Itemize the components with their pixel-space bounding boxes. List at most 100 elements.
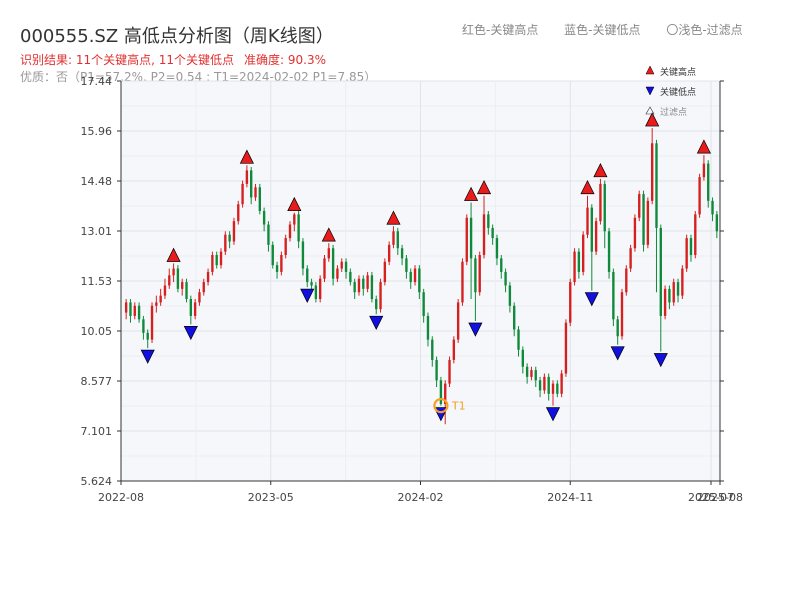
candle-body	[521, 349, 525, 367]
candle-body	[612, 271, 615, 320]
candle-body	[284, 238, 287, 256]
candle-body	[694, 214, 697, 256]
candle-body	[241, 183, 244, 205]
candle-body	[616, 319, 619, 337]
candle-body	[405, 258, 408, 272]
candle-body	[323, 258, 326, 279]
candle-body	[491, 227, 494, 239]
candle-body	[711, 200, 714, 215]
candle-body	[344, 261, 348, 272]
candle-body	[366, 275, 369, 289]
candle-body	[198, 292, 201, 303]
legend-high-label: 关键高点	[660, 66, 696, 78]
candle-body	[681, 268, 684, 296]
y-tick-label: 5.624	[81, 475, 113, 488]
candle-body	[396, 231, 399, 249]
candle-body	[633, 217, 637, 249]
candle-body	[607, 231, 611, 272]
candle-body	[487, 214, 490, 228]
candle-body	[271, 244, 274, 266]
candle-body	[478, 255, 481, 293]
candle-body	[551, 383, 555, 394]
candle-body	[181, 282, 184, 289]
candle-body	[146, 332, 149, 340]
candle-body	[569, 282, 572, 323]
candle-body	[336, 268, 339, 279]
candle-body	[469, 217, 473, 259]
candle-body	[228, 234, 231, 242]
candle-body	[461, 261, 464, 303]
candle-body	[383, 261, 387, 283]
x-tick-label: 2024-11	[547, 491, 593, 504]
candle-body	[698, 177, 701, 215]
candle-body	[650, 143, 654, 201]
candle-body	[163, 285, 167, 296]
candle-body	[508, 285, 512, 306]
candle-body	[202, 282, 205, 293]
candle-body	[211, 255, 214, 272]
x-tick-label: 2025-08	[697, 491, 743, 504]
candle-body	[375, 299, 378, 310]
candle-body	[504, 271, 507, 286]
candle-body	[495, 238, 499, 259]
candle-body	[465, 217, 468, 262]
candle-body	[599, 183, 602, 222]
candle-body	[258, 187, 262, 211]
y-tick-label: 15.96	[81, 125, 113, 138]
candle-body	[331, 248, 335, 279]
candle-body	[655, 143, 658, 228]
candle-body	[349, 271, 352, 283]
candle-body	[547, 376, 550, 394]
candle-body	[224, 234, 227, 252]
candle-body	[685, 238, 688, 269]
candle-body	[409, 271, 412, 283]
candle-body	[672, 282, 675, 303]
y-tick-label: 17.44	[81, 75, 113, 88]
candle-body	[413, 268, 417, 283]
candle-body	[237, 204, 240, 222]
candle-body	[155, 302, 158, 306]
legend-high-marker	[645, 65, 655, 75]
candle-body	[370, 275, 374, 300]
candle-body	[168, 275, 171, 286]
candle-body	[280, 255, 283, 272]
candle-body	[513, 305, 516, 330]
candle-body	[426, 315, 430, 340]
candle-body	[142, 319, 145, 333]
candle-body	[124, 302, 128, 313]
candle-body	[206, 271, 210, 283]
candle-body	[245, 170, 249, 184]
legend-low-label: 关键低点	[660, 86, 696, 98]
candle-body	[379, 282, 382, 310]
y-tick-label: 8.577	[81, 375, 113, 388]
candle-body	[150, 305, 154, 340]
candle-body	[625, 268, 628, 293]
candle-body	[517, 329, 520, 350]
candle-body	[310, 282, 313, 286]
candle-body	[267, 224, 270, 245]
candle-body	[560, 373, 563, 394]
candle-body	[431, 339, 434, 360]
candle-body	[262, 210, 266, 225]
candle-body	[482, 214, 486, 256]
candle-body	[129, 302, 132, 316]
candle-body	[288, 224, 292, 239]
candle-body	[193, 302, 197, 316]
candle-body	[137, 305, 141, 320]
candle-body	[340, 261, 343, 269]
y-tick-label: 14.48	[81, 175, 113, 188]
candle-body	[603, 183, 606, 232]
x-tick-label: 2023-05	[248, 491, 294, 504]
candle-body	[448, 359, 451, 384]
candle-body	[318, 278, 322, 300]
candle-body	[525, 366, 529, 377]
candle-body	[400, 248, 404, 259]
candle-body	[275, 265, 279, 272]
candle-body	[297, 214, 300, 242]
candle-body	[556, 383, 559, 394]
candle-body	[232, 221, 236, 242]
candle-body	[689, 238, 693, 256]
candle-body	[586, 207, 589, 235]
y-tick-label: 11.53	[81, 275, 113, 288]
candle-body	[185, 282, 188, 300]
